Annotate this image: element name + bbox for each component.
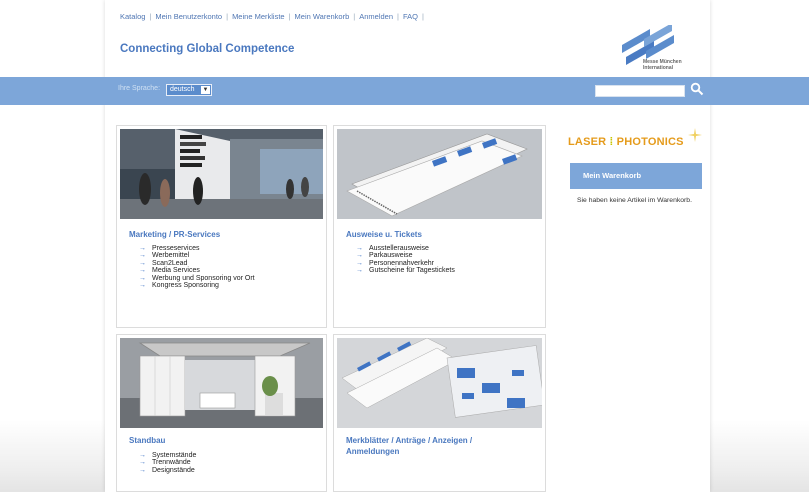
trade-fair-hall-image — [120, 129, 323, 219]
nav-link-anmelden[interactable]: Anmelden — [359, 12, 393, 21]
arrow-right-icon: → — [139, 459, 146, 467]
search-icon[interactable] — [690, 82, 704, 96]
arrow-right-icon: → — [139, 245, 146, 252]
forms-image — [337, 338, 542, 428]
exhibition-stand-image — [120, 338, 323, 428]
arrow-right-icon: → — [356, 259, 363, 267]
list-item[interactable]: → Parkausweise — [356, 252, 455, 259]
card-merkblaetter[interactable]: Merkblätter / Anträge / Anzeigen / Anmel… — [333, 334, 546, 492]
card-title[interactable]: Standbau — [129, 435, 165, 446]
nav-link-warenkorb[interactable]: Mein Warenkorb — [295, 12, 350, 21]
brand-text-part1: LASER — [568, 136, 607, 148]
language-label: Ihre Sprache: — [118, 85, 161, 92]
card-title-line1: Merkblätter / Anträge / Anzeigen / — [346, 436, 473, 445]
list-item[interactable]: → Personennahverkehr — [356, 260, 455, 267]
card-marketing[interactable]: Marketing / PR-Services → Presseservices … — [116, 125, 327, 328]
arrow-right-icon: → — [356, 245, 363, 252]
list-item[interactable]: → Kongress Sponsoring — [139, 282, 255, 289]
brand-text-part2: PHOTONICS — [616, 136, 684, 148]
site-tagline: Connecting Global Competence — [120, 43, 295, 55]
card-link-list: → Presseservices → Werbemittel → Scan2Lead … — [139, 245, 255, 289]
laser-photonics-logo[interactable]: LASER ⁞ PHOTONICS — [568, 136, 684, 148]
language-select-value: deutsch — [170, 86, 195, 93]
list-item[interactable]: → Trennwände — [139, 459, 196, 466]
search-input[interactable] — [595, 85, 685, 97]
list-item[interactable]: → Werbemittel — [139, 252, 255, 259]
nav-link-faq[interactable]: FAQ — [403, 12, 418, 21]
list-item[interactable]: → Ausstellerausweise — [356, 245, 455, 252]
arrow-right-icon: → — [139, 274, 146, 282]
badges-image — [337, 129, 542, 219]
brand-separator-icon: ⁞ — [606, 136, 617, 148]
list-item[interactable]: → Presseservices — [139, 245, 255, 252]
chevron-down-icon: ▼ — [201, 86, 210, 94]
card-title[interactable]: Marketing / PR-Services — [129, 229, 220, 240]
nav-separator: | — [288, 12, 291, 21]
arrow-right-icon: → — [356, 267, 363, 275]
nav-separator: | — [226, 12, 229, 21]
list-item[interactable]: → Systemstände — [139, 452, 196, 459]
card-title-line2: Anmeldungen — [346, 447, 400, 456]
arrow-right-icon: → — [139, 259, 146, 267]
arrow-right-icon: → — [139, 282, 146, 290]
cart-empty-message: Sie haben keine Artikel im Warenkorb. — [577, 197, 692, 204]
arrow-right-icon: → — [139, 466, 146, 474]
arrow-right-icon: → — [139, 267, 146, 275]
card-standbau[interactable]: Standbau → Systemstände → Trennwände → Desi… — [116, 334, 327, 492]
nav-link-katalog[interactable]: Katalog — [120, 12, 145, 21]
list-item[interactable]: → Werbung und Sponsoring vor Ort — [139, 275, 255, 282]
list-item[interactable]: → Designstände — [139, 467, 196, 474]
card-title[interactable]: Merkblätter / Anträge / Anzeigen / Anmel… — [346, 435, 472, 457]
card-link-list: → Ausstellerausweise → Parkausweise → Perso… — [356, 245, 455, 275]
arrow-right-icon: → — [139, 452, 146, 459]
list-item[interactable]: → Gutscheine für Tagestickets — [356, 267, 455, 274]
top-navigation: Katalog | Mein Benutzerkonto | Meine Merklis… — [120, 12, 428, 21]
nav-link-merkliste[interactable]: Meine Merkliste — [232, 12, 285, 21]
list-item[interactable]: → Scan2Lead — [139, 260, 255, 267]
nav-separator: | — [353, 12, 356, 21]
nav-separator: | — [149, 12, 152, 21]
arrow-right-icon: → — [356, 252, 363, 260]
card-link-list: → Systemstände → Trennwände → Designstände — [139, 452, 196, 474]
card-ausweise[interactable]: Ausweise u. Tickets → Ausstellerausweise … — [333, 125, 546, 328]
list-item[interactable]: → Media Services — [139, 267, 255, 274]
arrow-right-icon: → — [139, 252, 146, 260]
logo-caption-line2: International — [643, 65, 674, 71]
sparkle-icon — [688, 128, 702, 142]
nav-separator: | — [421, 12, 424, 21]
cart-panel-title[interactable]: Mein Warenkorb — [570, 163, 702, 189]
nav-link-benutzerkonto[interactable]: Mein Benutzerkonto — [155, 12, 222, 21]
language-select[interactable]: deutsch ▼ — [166, 84, 212, 96]
logo-caption: Messe München International — [643, 59, 682, 71]
nav-separator: | — [397, 12, 399, 21]
card-title[interactable]: Ausweise u. Tickets — [346, 229, 422, 240]
